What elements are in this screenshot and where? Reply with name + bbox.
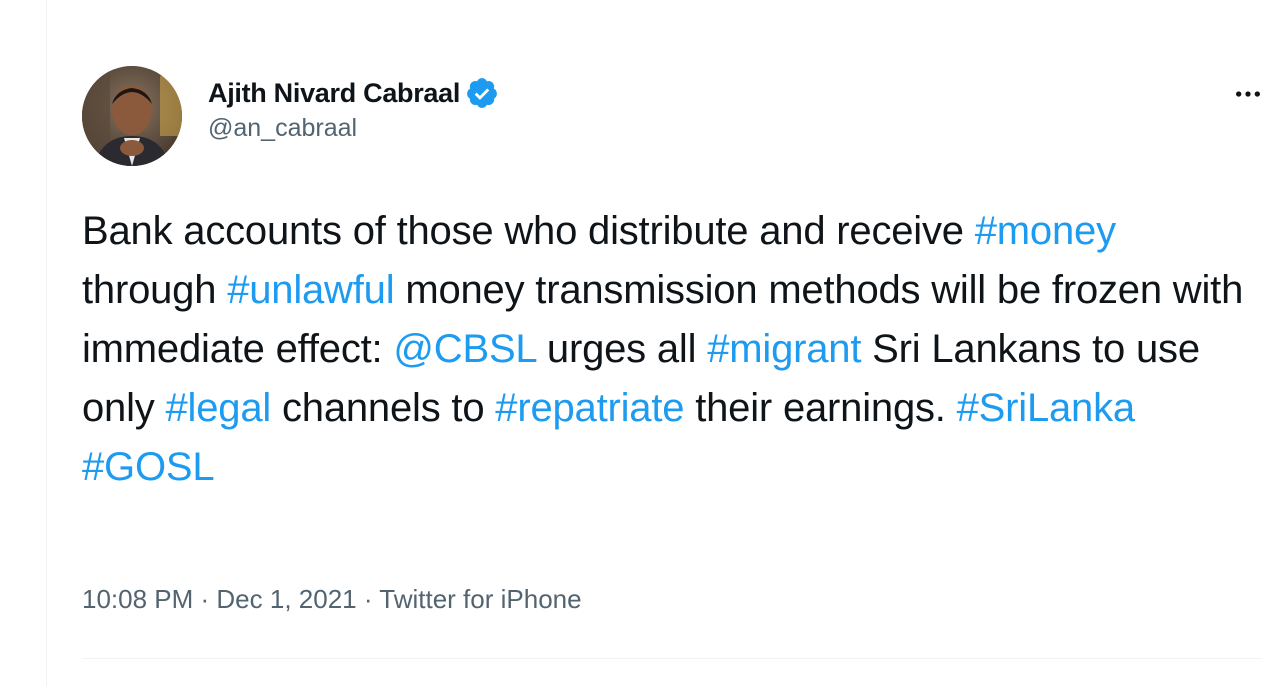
avatar-image <box>82 66 182 166</box>
meta-separator: · <box>193 584 217 614</box>
tweet-text-segment: their earnings. <box>684 386 957 430</box>
hashtag-link[interactable]: #repatriate <box>495 386 684 430</box>
author-handle[interactable]: @an_cabraal <box>208 114 499 143</box>
hashtag-link[interactable]: #SriLanka <box>957 386 1136 430</box>
hashtag-link[interactable]: #unlawful <box>227 268 394 312</box>
author-display-name[interactable]: Ajith Nivard Cabraal <box>208 78 460 109</box>
more-options-button[interactable] <box>1228 74 1268 114</box>
mention-link[interactable]: @CBSL <box>393 327 536 371</box>
tweet-page: Ajith Nivard Cabraal @an_cabraal Bank ac… <box>0 0 1280 686</box>
tweet-text-segment: channels to <box>271 386 496 430</box>
column-border <box>46 0 47 686</box>
more-dots-icon <box>1236 91 1260 97</box>
tweet-text-segment: Bank accounts of those who distribute an… <box>82 209 975 253</box>
tweet-header: Ajith Nivard Cabraal @an_cabraal <box>82 66 1262 166</box>
meta-separator: · <box>356 584 380 614</box>
hashtag-link[interactable]: #GOSL <box>82 445 215 489</box>
author-info: Ajith Nivard Cabraal @an_cabraal <box>208 76 499 143</box>
avatar[interactable] <box>82 66 182 166</box>
verified-badge-icon <box>465 76 499 110</box>
tweet-time[interactable]: 10:08 PM <box>82 584 193 614</box>
hashtag-link[interactable]: #legal <box>166 386 272 430</box>
tweet: Ajith Nivard Cabraal @an_cabraal Bank ac… <box>82 66 1262 614</box>
tweet-text: Bank accounts of those who distribute an… <box>82 202 1252 497</box>
tweet-text-segment: urges all <box>536 327 708 371</box>
name-row: Ajith Nivard Cabraal <box>208 76 499 110</box>
tweet-text-segment: through <box>82 268 228 312</box>
divider <box>82 658 1262 659</box>
tweet-source: Twitter for iPhone <box>379 584 582 614</box>
hashtag-link[interactable]: #migrant <box>707 327 861 371</box>
tweet-date[interactable]: Dec 1, 2021 <box>216 584 356 614</box>
tweet-meta: 10:08 PM · Dec 1, 2021 · Twitter for iPh… <box>82 584 582 615</box>
hashtag-link[interactable]: #money <box>975 209 1116 253</box>
